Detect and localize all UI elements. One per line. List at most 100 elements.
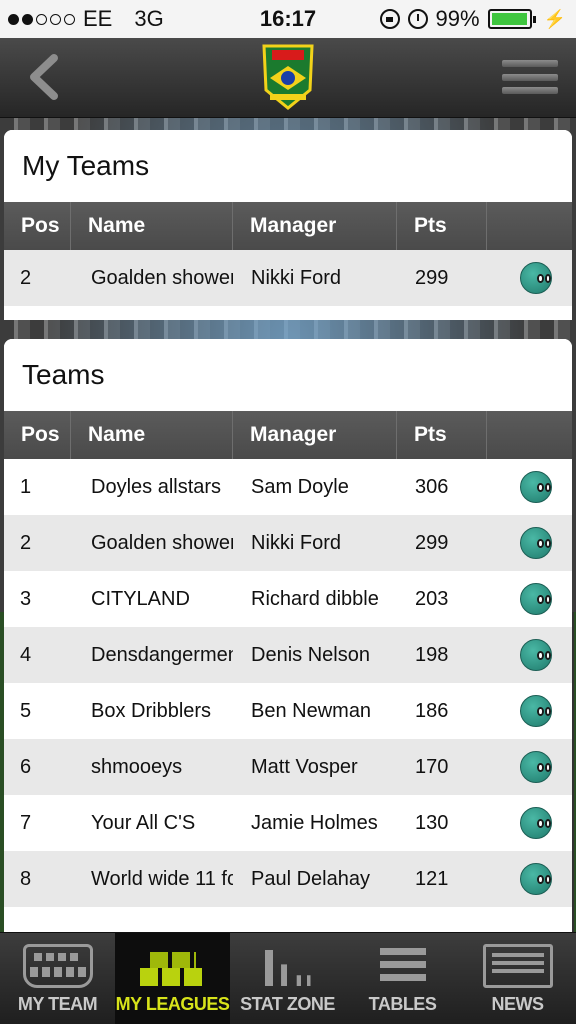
row-pos: 2 — [20, 266, 32, 289]
row-manager: Nikki Ford — [251, 266, 342, 289]
row-manager: Paul Delahay — [251, 867, 370, 890]
row-points: 198 — [415, 643, 449, 666]
tab-news[interactable]: NEWS — [460, 933, 575, 1024]
row-pos: 3 — [20, 587, 32, 610]
battery-icon — [487, 9, 536, 29]
table-row[interactable]: 2 Goalden showers Nikki Ford 299 — [4, 250, 572, 306]
pitch-icon — [22, 944, 93, 988]
row-points: 130 — [415, 811, 449, 834]
row-manager: Jamie Holmes — [251, 811, 378, 834]
tab-my-leagues[interactable]: MY LEAGUES — [115, 933, 230, 1024]
my-teams-header-row: Pos Name Manager Pts — [4, 202, 572, 250]
tab-tables[interactable]: TABLES — [345, 933, 460, 1024]
column-header-name: Name — [71, 411, 233, 459]
list-icon — [368, 944, 438, 988]
row-points: 186 — [415, 699, 449, 722]
rotation-lock-icon — [379, 9, 400, 29]
row-points: 203 — [415, 587, 449, 610]
row-manager: Ben Newman — [251, 699, 372, 722]
row-points: 170 — [415, 755, 449, 778]
brazil-dream-team-logo — [258, 42, 318, 112]
column-header-pos: Pos — [4, 202, 71, 250]
column-header-pts: Pts — [397, 411, 487, 459]
row-team-name: Goalden showers — [91, 266, 233, 289]
tab-label: NEWS — [491, 994, 545, 1014]
row-pos: 4 — [20, 643, 32, 666]
row-points: 306 — [415, 475, 449, 498]
signal-strength-icon — [8, 13, 75, 25]
row-team-name: Box Dribblers — [91, 699, 212, 722]
row-pos: 5 — [20, 699, 32, 722]
row-manager: Sam Doyle — [251, 475, 349, 498]
row-pos: 6 — [20, 755, 32, 778]
column-header-manager: Manager — [233, 411, 397, 459]
tab-label: STAT ZONE — [240, 994, 335, 1014]
network-type: 3G — [134, 6, 164, 31]
teams-title: Teams — [4, 339, 572, 411]
teams-card: Teams Pos Name Manager Pts 1 Doyles allst… — [4, 339, 572, 932]
table-row[interactable]: 3 CITYLAND Richard dibble 203 — [4, 571, 572, 627]
hamburger-menu-icon[interactable] — [502, 60, 558, 94]
alarm-icon — [407, 9, 428, 29]
view-team-icon[interactable] — [520, 639, 552, 671]
row-points: 299 — [415, 531, 449, 554]
back-button[interactable] — [24, 52, 64, 102]
tab-label: TABLES — [368, 994, 437, 1014]
view-team-icon[interactable] — [520, 751, 552, 783]
column-header-pos: Pos — [4, 411, 71, 459]
row-manager: Richard dibble — [251, 587, 379, 610]
column-header-pts: Pts — [397, 202, 487, 250]
row-team-name: Doyles allstars — [91, 475, 222, 498]
view-team-icon[interactable] — [520, 262, 552, 294]
row-points: 121 — [415, 867, 449, 890]
view-team-icon[interactable] — [520, 583, 552, 615]
row-pos: 1 — [20, 475, 32, 498]
view-team-icon[interactable] — [520, 471, 552, 503]
charging-icon: ⚡ — [543, 8, 566, 29]
row-points: 299 — [415, 266, 449, 289]
column-header-action — [487, 411, 572, 459]
row-manager: Denis Nelson — [251, 643, 370, 666]
battery-percent: 99% — [435, 6, 480, 31]
table-row[interactable]: 1 Doyles allstars Sam Doyle 306 — [4, 459, 572, 515]
view-team-icon[interactable] — [520, 807, 552, 839]
table-row[interactable]: 7 Your All C'S Jamie Holmes 130 — [4, 795, 572, 851]
row-team-name: shmooeys — [91, 755, 183, 778]
my-teams-card: My Teams Pos Name Manager Pts 2 Goalden … — [4, 130, 572, 320]
row-pos: 7 — [20, 811, 32, 834]
view-team-icon[interactable] — [520, 863, 552, 895]
teams-header-row: Pos Name Manager Pts — [4, 411, 572, 459]
row-pos: 2 — [20, 531, 32, 554]
table-row[interactable]: 4 Densdangermen Denis Nelson 198 — [4, 627, 572, 683]
tab-label: MY TEAM — [17, 994, 98, 1014]
carrier-name: EE — [83, 6, 113, 31]
bottom-tab-bar: MY TEAM MY LEAGUES STAT ZONE TABLES NEWS — [0, 932, 576, 1024]
row-team-name: Goalden showers — [91, 531, 233, 554]
table-row[interactable]: 6 shmooeys Matt Vosper 170 — [4, 739, 572, 795]
column-header-name: Name — [71, 202, 233, 250]
tab-label: MY LEAGUES — [115, 994, 230, 1014]
leagues-icon — [138, 944, 208, 988]
view-team-icon[interactable] — [520, 695, 552, 727]
my-teams-title: My Teams — [4, 130, 572, 202]
row-manager: Matt Vosper — [251, 755, 358, 778]
table-row[interactable]: 8 World wide 11 fc Paul Delahay 121 — [4, 851, 572, 907]
table-row[interactable]: 2 Goalden showers Nikki Ford 299 — [4, 515, 572, 571]
row-team-name: World wide 11 fc — [91, 867, 233, 890]
bar-chart-icon — [253, 944, 323, 988]
newspaper-icon — [482, 944, 553, 988]
view-team-icon[interactable] — [520, 527, 552, 559]
table-row[interactable]: 5 Box Dribblers Ben Newman 186 — [4, 683, 572, 739]
row-manager: Nikki Ford — [251, 531, 342, 554]
tab-my-team[interactable]: MY TEAM — [0, 933, 115, 1024]
tab-stat-zone[interactable]: STAT ZONE — [230, 933, 345, 1024]
row-team-name: Densdangermen — [91, 643, 233, 666]
status-bar: EE 3G 16:17 99% ⚡ — [0, 0, 576, 38]
row-team-name: Your All C'S — [91, 811, 196, 834]
column-header-action — [487, 202, 572, 250]
column-header-manager: Manager — [233, 202, 397, 250]
app-header — [0, 38, 576, 118]
row-team-name: CITYLAND — [91, 587, 190, 610]
chevron-left-icon — [30, 54, 58, 100]
row-pos: 8 — [20, 867, 32, 890]
